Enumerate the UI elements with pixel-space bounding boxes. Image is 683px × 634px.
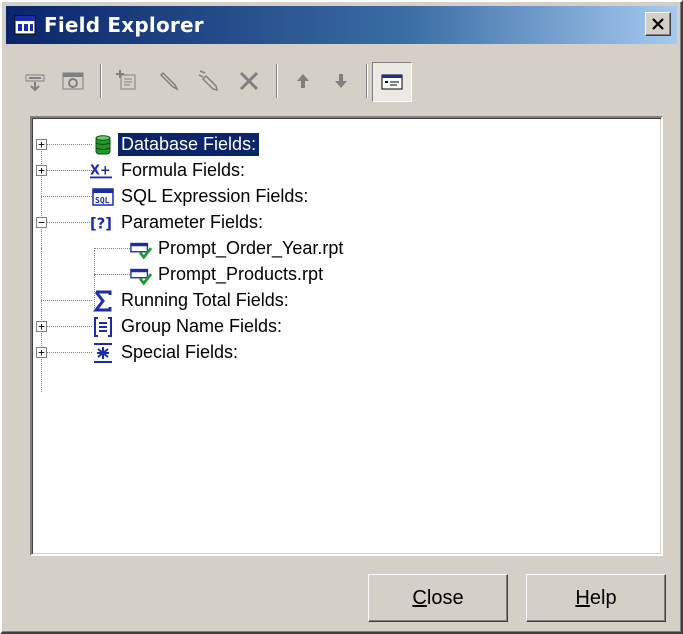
delete-button[interactable] <box>234 66 264 96</box>
tree-node-label: Special Fields: <box>121 342 239 362</box>
formula-icon: X+1 <box>90 164 112 179</box>
toolbar-separator <box>276 64 278 98</box>
parameter-icon: [?] <box>90 216 112 233</box>
tree-node-label: Group Name Fields: <box>121 316 283 336</box>
insert-to-report-button[interactable] <box>20 66 50 96</box>
svg-text:SQL: SQL <box>95 196 110 205</box>
svg-text:[?]: [?] <box>90 216 112 233</box>
database-icon <box>95 135 111 155</box>
arrow-down-icon <box>335 74 347 88</box>
field-names-icon <box>381 74 403 90</box>
tree-node-label: Prompt_Products.rpt <box>158 264 324 284</box>
toolbar-separator <box>100 64 102 98</box>
move-down-button[interactable] <box>326 66 356 96</box>
edit-field-icon <box>159 71 179 91</box>
parameter-item-icon <box>130 242 152 260</box>
close-button-mnemonic: C <box>412 586 427 609</box>
field-tree-panel[interactable]: + Database Fields: + X+1 Formula Fields: <box>30 116 663 556</box>
new-button[interactable] <box>112 66 142 96</box>
help-button-mnemonic: H <box>575 586 590 609</box>
sql-expression-icon: SQL <box>92 188 114 206</box>
rename-button[interactable] <box>194 66 224 96</box>
edit-button[interactable] <box>154 66 184 96</box>
collapse-toggle[interactable]: − <box>36 217 47 228</box>
delete-icon <box>239 71 259 91</box>
tree-node-label: Parameter Fields: <box>121 212 264 232</box>
field-explorer-icon <box>14 15 36 35</box>
close-button[interactable]: Close <box>368 574 508 622</box>
running-total-icon <box>92 290 112 312</box>
tree-node-label: SQL Expression Fields: <box>121 186 309 206</box>
insert-field-icon <box>25 74 45 92</box>
expand-toggle[interactable]: + <box>36 321 47 332</box>
arrow-up-icon <box>297 74 309 88</box>
field-explorer-window: Field Explorer + Database Fields: + X+ F… <box>0 0 683 634</box>
toolbar-separator <box>366 64 368 98</box>
browse-button[interactable] <box>58 66 88 96</box>
group-name-icon <box>94 317 112 337</box>
show-field-names-button[interactable] <box>372 62 412 102</box>
expand-toggle[interactable]: + <box>36 165 47 176</box>
tree-node-label: Prompt_Order_Year.rpt <box>158 238 344 258</box>
field-tree: + Database Fields: + X+1 Formula Fields: <box>32 118 661 554</box>
new-field-icon <box>116 70 136 90</box>
move-up-button[interactable] <box>288 66 318 96</box>
tree-node-label: Database Fields: <box>116 132 261 157</box>
expand-toggle[interactable]: + <box>36 139 47 150</box>
browse-data-icon <box>62 72 84 90</box>
window-title: Field Explorer <box>44 13 204 37</box>
tree-node-label: Running Total Fields: <box>121 290 289 310</box>
parameter-item-icon <box>130 268 152 286</box>
special-fields-icon <box>94 343 112 363</box>
rename-field-icon <box>198 70 219 92</box>
svg-text:X+1: X+1 <box>90 164 112 179</box>
expand-toggle[interactable]: + <box>36 347 47 358</box>
close-window-button[interactable] <box>645 12 671 36</box>
toolbar <box>8 56 677 106</box>
close-icon <box>652 18 664 30</box>
tree-node-label: Formula Fields: <box>121 160 246 180</box>
help-button[interactable]: Help <box>526 574 666 622</box>
title-bar[interactable]: Field Explorer <box>6 6 677 44</box>
close-button-label: lose <box>426 586 464 609</box>
help-button-label: elp <box>589 586 617 609</box>
